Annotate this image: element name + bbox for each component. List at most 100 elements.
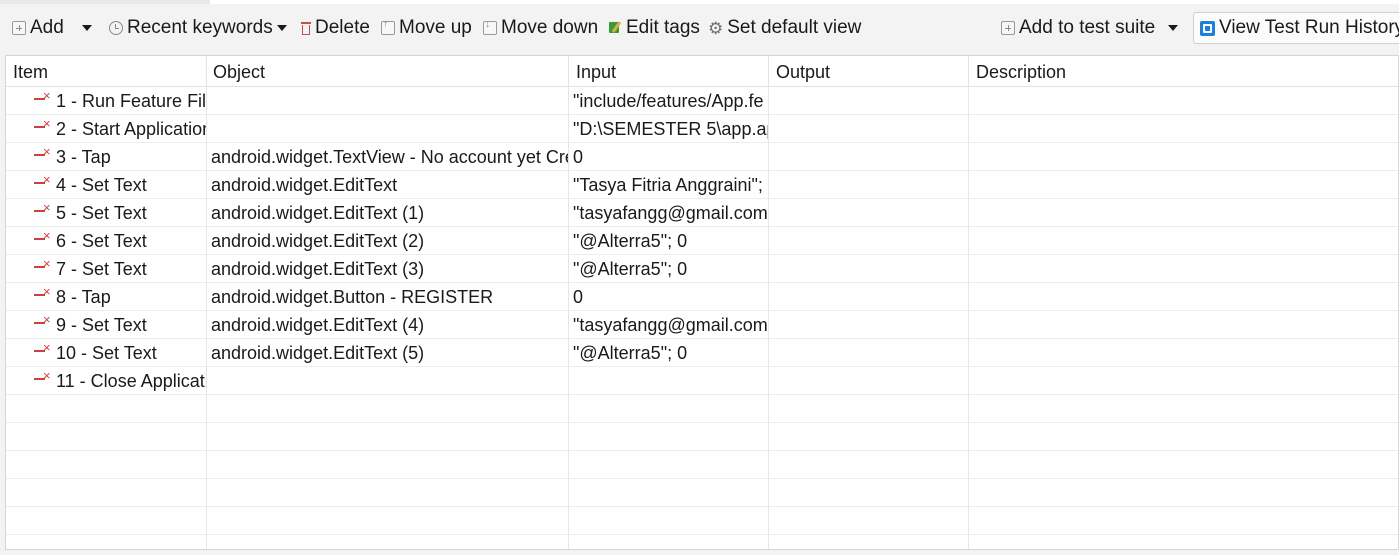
item-cell[interactable]: 1 - Run Feature File [6, 87, 207, 115]
step-arrow-icon [34, 256, 54, 274]
output-cell[interactable] [769, 367, 969, 395]
description-cell[interactable] [969, 367, 1398, 395]
item-cell[interactable]: 9 - Set Text [6, 311, 207, 339]
description-cell[interactable] [969, 255, 1398, 283]
item-cell[interactable]: 10 - Set Text [6, 339, 207, 367]
item-label: 4 - Set Text [56, 175, 147, 195]
table-row[interactable]: 11 - Close Application [6, 367, 1398, 395]
recent-keywords-button[interactable]: Recent keywords [109, 12, 273, 44]
object-cell[interactable]: android.widget.EditText [207, 171, 569, 199]
step-arrow-icon [34, 88, 54, 106]
add-to-test-suite-label: Add to test suite [1019, 17, 1156, 38]
set-default-view-button[interactable]: ⚙ Set default view [708, 12, 861, 44]
table-row[interactable]: 2 - Start Application "D:\SEMESTER 5\app.… [6, 115, 1398, 143]
description-cell[interactable] [969, 283, 1398, 311]
table-row[interactable]: 7 - Set Text android.widget.EditText (3)"… [6, 255, 1398, 283]
output-cell[interactable] [769, 311, 969, 339]
add-to-test-suite-dropdown-button[interactable] [1168, 12, 1178, 44]
input-cell[interactable]: "D:\SEMESTER 5\app.apl [569, 115, 769, 143]
object-cell[interactable]: android.widget.EditText (3) [207, 255, 569, 283]
item-label: 10 - Set Text [56, 343, 157, 363]
item-cell[interactable]: 8 - Tap [6, 283, 207, 311]
output-cell[interactable] [769, 339, 969, 367]
empty-cell [769, 395, 969, 423]
description-cell[interactable] [969, 199, 1398, 227]
table-row[interactable]: 3 - Tap android.widget.TextView - No acco… [6, 143, 1398, 171]
add-to-test-suite-button[interactable]: Add to test suite [1001, 12, 1155, 44]
item-cell[interactable]: 11 - Close Application [6, 367, 207, 395]
object-cell[interactable] [207, 87, 569, 115]
move-down-label: Move down [501, 17, 599, 38]
object-cell[interactable]: android.widget.EditText (5) [207, 339, 569, 367]
input-cell[interactable]: "Tasya Fitria Anggraini"; 0 [569, 171, 769, 199]
output-cell[interactable] [769, 115, 969, 143]
item-cell[interactable]: 5 - Set Text [6, 199, 207, 227]
column-header-input[interactable]: Input [569, 56, 769, 87]
output-cell[interactable] [769, 171, 969, 199]
table-row[interactable]: 8 - Tap android.widget.Button - REGISTER0 [6, 283, 1398, 311]
table-row[interactable]: 1 - Run Feature File "include/features/Ap… [6, 87, 1398, 115]
object-cell[interactable]: android.widget.EditText (2) [207, 227, 569, 255]
object-cell[interactable]: android.widget.EditText (1) [207, 199, 569, 227]
input-cell[interactable]: 0 [569, 143, 769, 171]
object-cell[interactable] [207, 367, 569, 395]
view-test-run-history-button[interactable]: View Test Run History [1193, 12, 1399, 44]
input-cell[interactable]: "tasyafangg@gmail.com [569, 199, 769, 227]
object-cell[interactable] [207, 115, 569, 143]
description-cell[interactable] [969, 227, 1398, 255]
move-up-button[interactable]: Move up [381, 12, 472, 44]
add-button[interactable]: Add [12, 12, 64, 44]
item-cell[interactable]: 6 - Set Text [6, 227, 207, 255]
delete-button[interactable]: Delete [301, 12, 370, 44]
table-row[interactable]: 4 - Set Text android.widget.EditText"Tasy… [6, 171, 1398, 199]
delete-label: Delete [315, 17, 370, 38]
empty-table-row [6, 395, 1398, 423]
item-cell[interactable]: 3 - Tap [6, 143, 207, 171]
step-arrow-icon [34, 340, 54, 358]
column-header-description[interactable]: Description [969, 56, 1398, 87]
table-row[interactable]: 5 - Set Text android.widget.EditText (1)"… [6, 199, 1398, 227]
table-row[interactable]: 10 - Set Text android.widget.EditText (5)… [6, 339, 1398, 367]
empty-cell [207, 423, 569, 451]
recent-keywords-label: Recent keywords [127, 17, 273, 38]
description-cell[interactable] [969, 143, 1398, 171]
input-cell[interactable]: 0 [569, 283, 769, 311]
column-header-item[interactable]: Item [6, 56, 207, 87]
empty-cell [207, 507, 569, 535]
edit-tags-button[interactable]: Edit tags [609, 12, 700, 44]
input-cell[interactable]: "tasyafangg@gmail.com [569, 311, 769, 339]
column-header-output[interactable]: Output [769, 56, 969, 87]
output-cell[interactable] [769, 87, 969, 115]
input-cell[interactable]: "@Alterra5"; 0 [569, 339, 769, 367]
item-cell[interactable]: 2 - Start Application [6, 115, 207, 143]
input-cell[interactable]: "include/features/App.fe [569, 87, 769, 115]
description-cell[interactable] [969, 339, 1398, 367]
empty-cell [969, 451, 1398, 479]
empty-cell [207, 535, 569, 549]
item-cell[interactable]: 4 - Set Text [6, 171, 207, 199]
description-cell[interactable] [969, 115, 1398, 143]
output-cell[interactable] [769, 283, 969, 311]
table-row[interactable]: 9 - Set Text android.widget.EditText (4)"… [6, 311, 1398, 339]
object-cell[interactable]: android.widget.TextView - No account yet… [207, 143, 569, 171]
input-cell[interactable]: "@Alterra5"; 0 [569, 227, 769, 255]
column-header-object[interactable]: Object [207, 56, 569, 87]
description-cell[interactable] [969, 171, 1398, 199]
add-dropdown-button[interactable] [82, 12, 92, 44]
object-cell[interactable]: android.widget.EditText (4) [207, 311, 569, 339]
input-cell[interactable] [569, 367, 769, 395]
description-cell[interactable] [969, 311, 1398, 339]
move-down-button[interactable]: Move down [483, 12, 598, 44]
output-cell[interactable] [769, 227, 969, 255]
item-cell[interactable]: 7 - Set Text [6, 255, 207, 283]
input-cell[interactable]: "@Alterra5"; 0 [569, 255, 769, 283]
description-cell[interactable] [969, 87, 1398, 115]
empty-cell [6, 451, 207, 479]
recent-keywords-dropdown-button[interactable] [277, 12, 287, 44]
item-label: 9 - Set Text [56, 315, 147, 335]
output-cell[interactable] [769, 143, 969, 171]
output-cell[interactable] [769, 255, 969, 283]
table-row[interactable]: 6 - Set Text android.widget.EditText (2)"… [6, 227, 1398, 255]
object-cell[interactable]: android.widget.Button - REGISTER [207, 283, 569, 311]
output-cell[interactable] [769, 199, 969, 227]
